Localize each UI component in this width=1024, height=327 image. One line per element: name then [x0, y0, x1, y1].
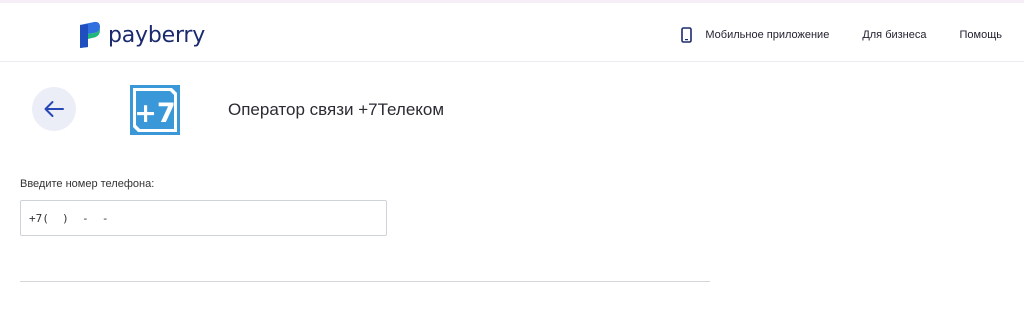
- operator-logo-text: +7: [134, 98, 175, 129]
- logo-text: payberry: [108, 22, 206, 48]
- nav-mobile-app-label: Мобильное приложение: [705, 29, 830, 41]
- phone-input[interactable]: [20, 200, 387, 236]
- nav-help[interactable]: Помощь: [960, 29, 1003, 41]
- nav-business-label: Для бизнеса: [862, 29, 927, 41]
- nav-business[interactable]: Для бизнеса: [862, 29, 926, 41]
- phone-field-label: Введите номер телефона:: [20, 178, 155, 190]
- page-title: Оператор связи +7Телеком: [228, 100, 445, 119]
- payberry-logo[interactable]: payberry: [78, 20, 205, 50]
- nav-mobile-app[interactable]: Мобильное приложение: [681, 27, 829, 43]
- main-nav: Мобильное приложение Для бизнеса Помощь: [681, 24, 1002, 46]
- site-header: payberry Мобильное приложение Для бизнес…: [0, 3, 1024, 62]
- smartphone-icon: [681, 27, 693, 43]
- arrow-left-icon: [44, 101, 64, 117]
- nav-help-label: Помощь: [959, 29, 1003, 41]
- operator-logo: +7: [130, 85, 180, 135]
- back-button[interactable]: [32, 87, 76, 131]
- payberry-logo-icon: [80, 21, 100, 48]
- form-divider: [20, 281, 710, 282]
